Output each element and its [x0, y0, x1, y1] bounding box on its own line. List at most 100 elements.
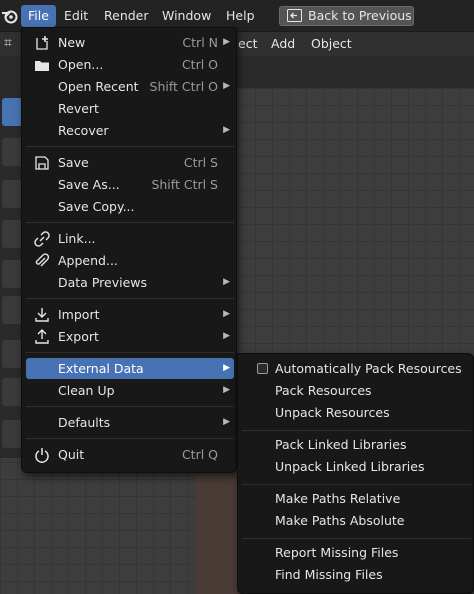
- menu-item-clean-up[interactable]: Clean Up ▶: [26, 380, 234, 401]
- back-screen-icon: [287, 9, 302, 22]
- menu-item-recover[interactable]: Recover ▶: [26, 120, 234, 141]
- menu-item-label: Open...: [58, 57, 104, 72]
- menu-item-label: Open Recent: [58, 79, 139, 94]
- power-icon: [35, 448, 49, 463]
- submenu-item-make-paths-relative[interactable]: Make Paths Relative: [242, 488, 471, 509]
- menu-item-append[interactable]: Append...: [26, 250, 234, 271]
- menu-divider: [26, 222, 234, 223]
- submenu-arrow-icon: ▶: [223, 385, 230, 395]
- submenu-item-unpack-linked-libraries[interactable]: Unpack Linked Libraries: [242, 456, 471, 477]
- menu-item-label: Export: [58, 329, 99, 344]
- menu-divider: [26, 352, 234, 353]
- shortcut-label: Ctrl S: [183, 155, 218, 170]
- submenu-item-label: Pack Linked Libraries: [275, 437, 407, 452]
- submenu-arrow-icon: ▶: [223, 363, 230, 373]
- menu-item-defaults[interactable]: Defaults ▶: [26, 412, 234, 433]
- submenu-arrow-icon: ▶: [223, 125, 230, 135]
- import-icon: [35, 308, 49, 322]
- append-icon: [35, 253, 50, 267]
- submenu-item-find-missing-files[interactable]: Find Missing Files: [242, 564, 471, 585]
- shortcut-label: Shift Ctrl S: [151, 177, 218, 192]
- menu-item-quit[interactable]: Quit Ctrl Q: [26, 444, 234, 465]
- editor-type-icon[interactable]: ⌗: [4, 35, 12, 51]
- submenu-item-label: Report Missing Files: [275, 545, 399, 560]
- menu-item-label: Data Previews: [58, 275, 147, 290]
- menu-item-data-previews[interactable]: Data Previews ▶: [26, 272, 234, 293]
- menu-divider: [26, 406, 234, 407]
- submenu-item-report-missing-files[interactable]: Report Missing Files: [242, 542, 471, 563]
- menu-item-label: Defaults: [58, 415, 111, 430]
- export-icon: [35, 329, 49, 344]
- menu-item-label: New: [58, 35, 86, 50]
- submenu-divider: [242, 430, 471, 431]
- new-file-icon: [36, 36, 48, 50]
- menu-item-open-recent[interactable]: Open Recent Shift Ctrl O ▶: [26, 76, 234, 97]
- submenu-item-pack-resources[interactable]: Pack Resources: [242, 380, 471, 401]
- submenu-arrow-icon: ▶: [223, 37, 230, 47]
- menu-item-save-as[interactable]: Save As... Shift Ctrl S: [26, 174, 234, 195]
- submenu-item-label: Make Paths Relative: [275, 491, 401, 506]
- submenu-arrow-icon: ▶: [223, 417, 230, 427]
- menu-item-open[interactable]: Open... Ctrl O: [26, 54, 234, 75]
- menu-item-label: External Data: [58, 361, 144, 376]
- header-menu-object[interactable]: Object: [311, 36, 352, 52]
- submenu-divider: [242, 538, 471, 539]
- menu-item-new[interactable]: New Ctrl N ▶: [26, 32, 234, 53]
- blender-logo-icon[interactable]: [1, 8, 19, 24]
- header-menu-select[interactable]: ect: [238, 36, 257, 52]
- submenu-item-pack-linked-libraries[interactable]: Pack Linked Libraries: [242, 434, 471, 455]
- submenu-item-label: Automatically Pack Resources: [275, 361, 462, 376]
- link-icon: [34, 231, 50, 247]
- menu-item-external-data[interactable]: External Data ▶: [26, 358, 234, 379]
- submenu-item-auto-pack[interactable]: Automatically Pack Resources: [242, 358, 471, 379]
- back-to-previous-button[interactable]: Back to Previous: [279, 6, 414, 26]
- folder-icon: [35, 61, 49, 71]
- shortcut-label: Shift Ctrl O: [149, 79, 218, 94]
- menu-help[interactable]: Help: [219, 5, 262, 27]
- menu-item-link[interactable]: Link...: [26, 228, 234, 249]
- submenu-item-label: Make Paths Absolute: [275, 513, 405, 528]
- submenu-arrow-icon: ▶: [223, 309, 230, 319]
- submenu-item-label: Unpack Linked Libraries: [275, 459, 425, 474]
- submenu-arrow-icon: ▶: [223, 331, 230, 341]
- submenu-arrow-icon: ▶: [223, 277, 230, 287]
- submenu-item-label: Find Missing Files: [275, 567, 383, 582]
- menu-item-label: Save As...: [58, 177, 120, 192]
- submenu-item-unpack-resources[interactable]: Unpack Resources: [242, 402, 471, 423]
- menu-item-label: Append...: [58, 253, 118, 268]
- submenu-item-make-paths-absolute[interactable]: Make Paths Absolute: [242, 510, 471, 531]
- menu-file[interactable]: File: [21, 5, 56, 27]
- save-icon: [35, 156, 49, 170]
- menu-item-label: Save Copy...: [58, 199, 135, 214]
- menu-item-label: Clean Up: [58, 383, 115, 398]
- menu-item-import[interactable]: Import ▶: [26, 304, 234, 325]
- shortcut-label: Ctrl O: [181, 57, 218, 72]
- auto-pack-checkbox[interactable]: [257, 363, 268, 374]
- menu-window[interactable]: Window: [155, 5, 218, 27]
- menu-edit[interactable]: Edit: [57, 5, 95, 27]
- menu-item-label: Link...: [58, 231, 96, 246]
- menu-item-revert[interactable]: Revert: [26, 98, 234, 119]
- menu-divider: [26, 438, 234, 439]
- menu-item-export[interactable]: Export ▶: [26, 326, 234, 347]
- menu-divider: [26, 146, 234, 147]
- back-button-label: Back to Previous: [308, 8, 412, 23]
- external-data-submenu: Automatically Pack Resources Pack Resour…: [237, 353, 474, 594]
- file-menu-dropdown: New Ctrl N ▶ Open... Ctrl O Open Recent …: [21, 27, 237, 473]
- menu-item-label: Recover: [58, 123, 109, 138]
- submenu-arrow-icon: ▶: [223, 81, 230, 91]
- submenu-item-label: Unpack Resources: [275, 405, 390, 420]
- menu-item-label: Revert: [58, 101, 99, 116]
- header-menu-add[interactable]: Add: [271, 36, 295, 52]
- submenu-item-label: Pack Resources: [275, 383, 372, 398]
- menu-divider: [26, 298, 234, 299]
- shortcut-label: Ctrl N: [182, 35, 218, 50]
- menu-render[interactable]: Render: [97, 5, 156, 27]
- menu-item-label: Import: [58, 307, 100, 322]
- menu-item-save-copy[interactable]: Save Copy...: [26, 196, 234, 217]
- menu-item-save[interactable]: Save Ctrl S: [26, 152, 234, 173]
- submenu-divider: [242, 484, 471, 485]
- shortcut-label: Ctrl Q: [181, 447, 218, 462]
- menu-item-label: Save: [58, 155, 89, 170]
- menu-item-label: Quit: [58, 447, 85, 462]
